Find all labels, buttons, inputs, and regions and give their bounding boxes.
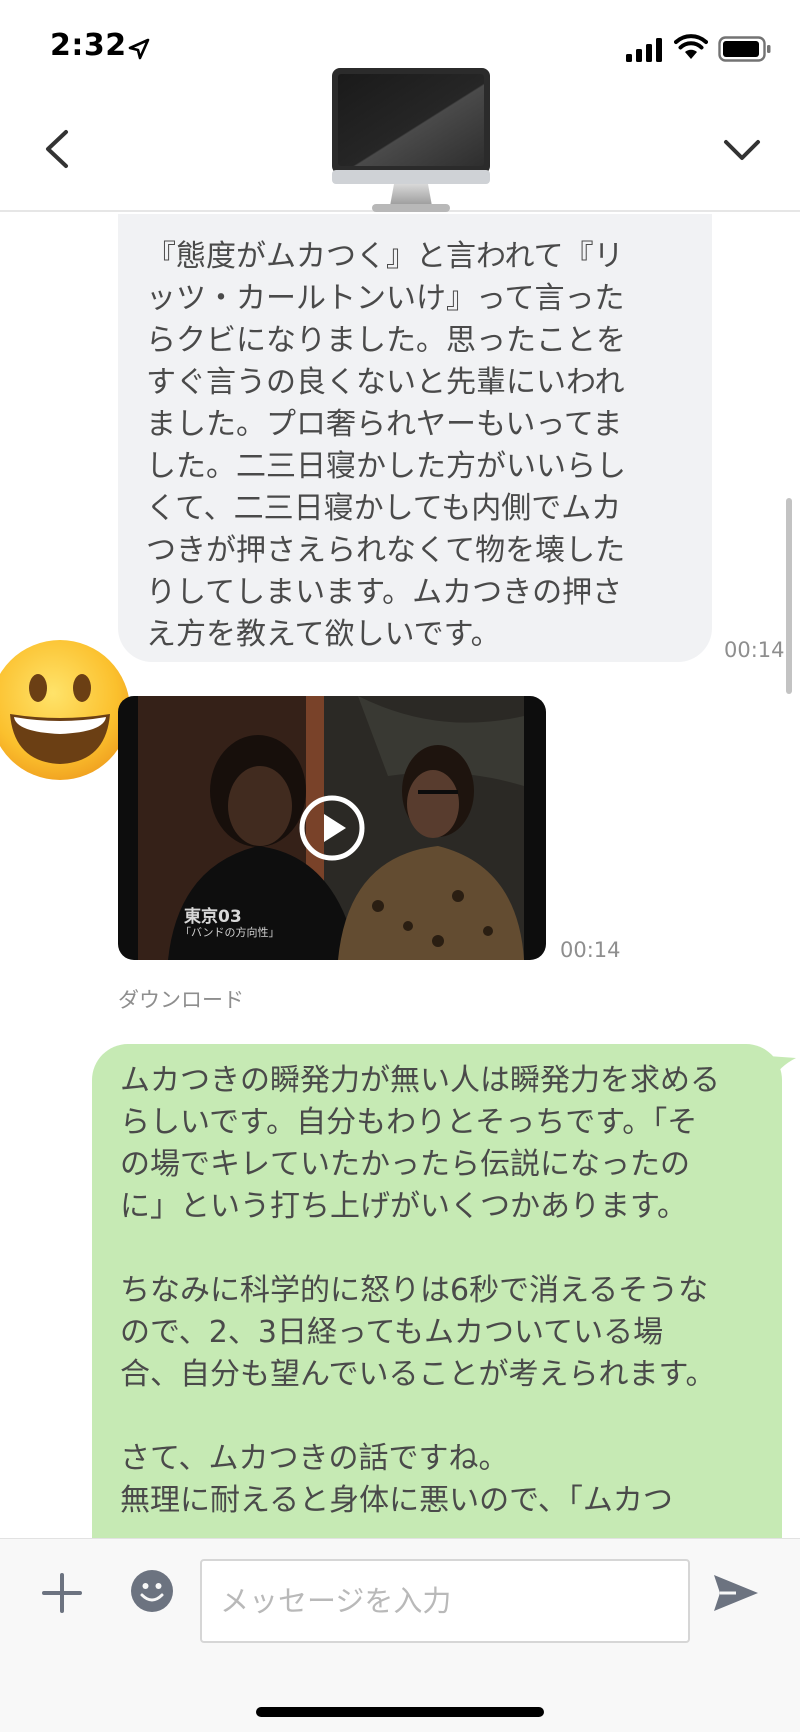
message-line: らクビになりました。思ったことを [146, 323, 626, 358]
message-line: ちなみに科学的に怒りは6秒で消えるそうな [120, 1273, 709, 1308]
message-line: 無理に耐えると身体に悪いので、「ムカつ [120, 1483, 673, 1518]
chat-messages[interactable]: 『態度がムカつく』と言われて『リ ッツ・カールトンいけ』って言った らクビになり… [0, 214, 800, 1538]
cellular-signal-icon [626, 38, 662, 62]
plus-icon[interactable] [42, 1573, 82, 1613]
message-input-bar [0, 1538, 800, 1732]
message-line: の場でキレていたかったら伝説になったの [120, 1147, 690, 1182]
message-line: すぐ言うの良くないと先輩にいわれ [146, 365, 625, 400]
message-line: つきが押さえられなくて物を壊した [146, 533, 626, 568]
message-line: ッツ・カールトンいけ』って言った [146, 281, 625, 316]
battery-icon [718, 36, 771, 62]
message-line: ので、2、3日経ってもムカついている場 [120, 1315, 664, 1350]
message-line: くて、二三日寝かしても内側でムカ [146, 491, 622, 526]
message-line: 『態度がムカつく』と言われて『リ [146, 239, 624, 274]
chat-header [0, 68, 800, 212]
paragraph-break [120, 1228, 758, 1270]
message-input[interactable] [200, 1559, 690, 1643]
message-line: ました。プロ奢られヤーもいってま [146, 407, 623, 442]
emoji-icon[interactable] [130, 1569, 174, 1613]
paragraph-break [120, 1396, 758, 1438]
status-time: 2:32 [50, 28, 127, 63]
download-link[interactable]: ダウンロード [118, 984, 244, 1014]
play-icon[interactable] [298, 794, 366, 862]
scrollbar[interactable] [786, 498, 792, 694]
back-button[interactable] [38, 124, 78, 174]
desktop-computer-icon [332, 68, 490, 212]
message-line: え方を教えて欲しいです。 [146, 617, 501, 652]
location-arrow-icon [128, 38, 150, 60]
message-line: ムカつきの瞬発力が無い人は瞬発力を求める [120, 1063, 720, 1098]
incoming-message-bubble[interactable]: 『態度がムカつく』と言われて『リ ッツ・カールトンいけ』って言った らクビになり… [118, 214, 712, 662]
message-line: 合、自分も望んでいることが考えられます。 [120, 1357, 716, 1392]
chevron-down-icon[interactable] [720, 130, 764, 170]
video-subcaption: 「バンドの方向性」 [180, 926, 280, 939]
home-indicator [256, 1707, 544, 1717]
video-message[interactable]: 東京03 「バンドの方向性」 [118, 696, 546, 960]
send-icon[interactable] [712, 1571, 760, 1615]
message-line: さて、ムカつきの話ですね。 [120, 1441, 509, 1476]
outgoing-message-bubble[interactable]: ムカつきの瞬発力が無い人は瞬発力を求める らしいです。自分もわりとそっちです。「… [92, 1044, 782, 1538]
wifi-icon [674, 34, 708, 59]
message-line: りしてしまいます。ムカつきの押さ [146, 575, 623, 610]
video-timestamp: 00:14 [560, 938, 621, 962]
message-line: した。二三日寝かした方がいいらし [146, 449, 626, 484]
message-line: らしいです。自分もわりとそっちです。「そ [120, 1105, 698, 1140]
grinning-face-avatar[interactable] [0, 638, 132, 782]
message-line: に」という打ち上げがいくつかあります。 [120, 1189, 687, 1224]
message-timestamp: 00:14 [724, 638, 785, 662]
